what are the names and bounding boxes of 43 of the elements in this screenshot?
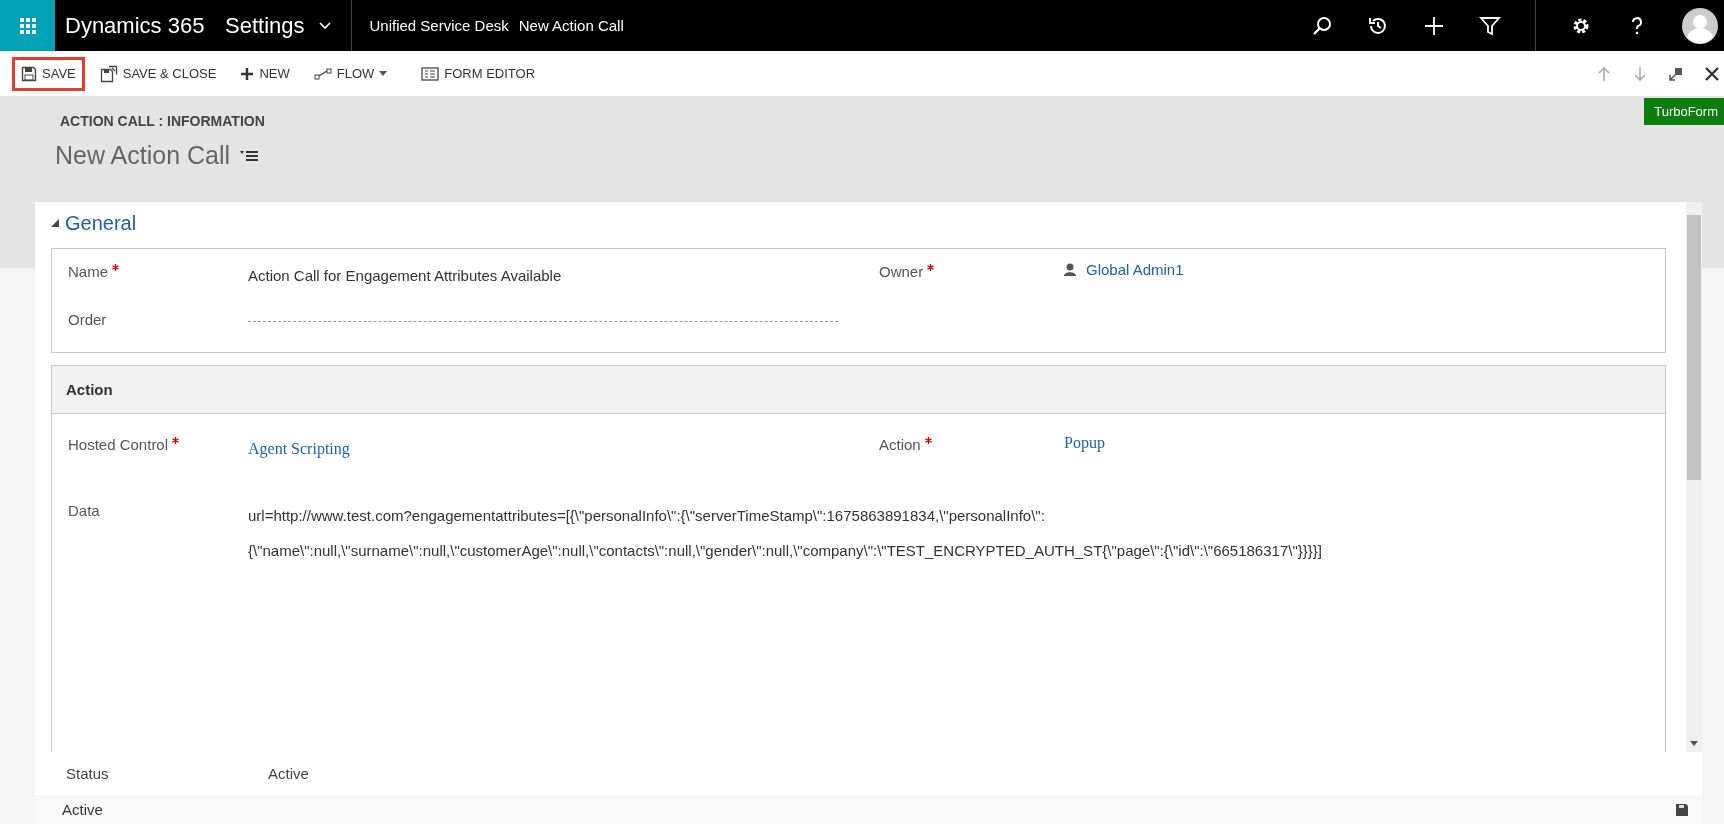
- app-name: Dynamics 365: [65, 12, 206, 39]
- turboform-badge[interactable]: TurboForm: [1644, 98, 1724, 125]
- field-value[interactable]: Action Call for Engagement Attributes Available: [248, 267, 562, 284]
- data-text-line: url=http://www.test.com?engagementattributes=[{\"personalInfo\":{\"serverTimeStamp\":1675863891834,\"personalInfo\":: [248, 506, 1046, 526]
- app-launcher-button[interactable]: [0, 0, 55, 51]
- field-label: Owner: [879, 263, 924, 280]
- breadcrumb[interactable]: New Action Call: [518, 17, 624, 34]
- lookup-link[interactable]: Popup: [1064, 434, 1105, 452]
- field-label: Hosted Control: [68, 436, 169, 453]
- flow-icon: [313, 66, 332, 81]
- data-text-line: {\"name\":null,\"surname\":null,\"customerAge\":null,\"contacts\":null,\"gender\":null,\"company\":\"TEST_ENCRYPTED_AUTH_ST{\"page\":{\"id\":\"665186317\"}}}}]: [248, 541, 1322, 561]
- filter-icon[interactable]: [1479, 14, 1501, 37]
- entity-label: ACTION CALL : INFORMATION: [60, 113, 265, 129]
- section-header: Action: [52, 365, 1665, 414]
- scroll-down-icon[interactable]: [1690, 741, 1698, 746]
- person-icon: [1064, 262, 1076, 277]
- record-title: New Action Call: [55, 141, 231, 170]
- field-label: Order: [68, 311, 107, 328]
- field-label: Action: [879, 436, 921, 453]
- field-value: Active: [268, 765, 309, 782]
- search-icon[interactable]: [1311, 14, 1333, 37]
- status-text: Active: [62, 801, 103, 818]
- form-editor-icon: [421, 66, 440, 81]
- lookup-link[interactable]: Agent Scripting: [248, 440, 350, 458]
- field-label: Data: [68, 502, 100, 519]
- form-selector-icon[interactable]: [240, 149, 259, 162]
- plus-icon[interactable]: [1423, 14, 1445, 37]
- chevron-down-icon: [318, 21, 331, 30]
- plus-icon: [240, 66, 255, 81]
- caret-icon: [379, 71, 388, 76]
- toolbar-button[interactable]: SAVE: [12, 56, 85, 91]
- pop-out-icon[interactable]: [1668, 65, 1684, 82]
- breadcrumb[interactable]: Unified Service Desk: [369, 17, 509, 34]
- collapse-triangle-icon[interactable]: [51, 219, 59, 227]
- waffle-icon: [19, 17, 36, 34]
- owner-link[interactable]: Global Admin1: [1086, 261, 1184, 278]
- field-label: Status: [66, 765, 110, 782]
- scrollbar[interactable]: [1686, 202, 1702, 752]
- close-icon[interactable]: [1704, 65, 1720, 82]
- section-title[interactable]: General: [65, 211, 137, 235]
- avatar-icon[interactable]: [1682, 7, 1718, 44]
- save-close-icon: [99, 64, 118, 83]
- field-label: Name: [68, 263, 108, 280]
